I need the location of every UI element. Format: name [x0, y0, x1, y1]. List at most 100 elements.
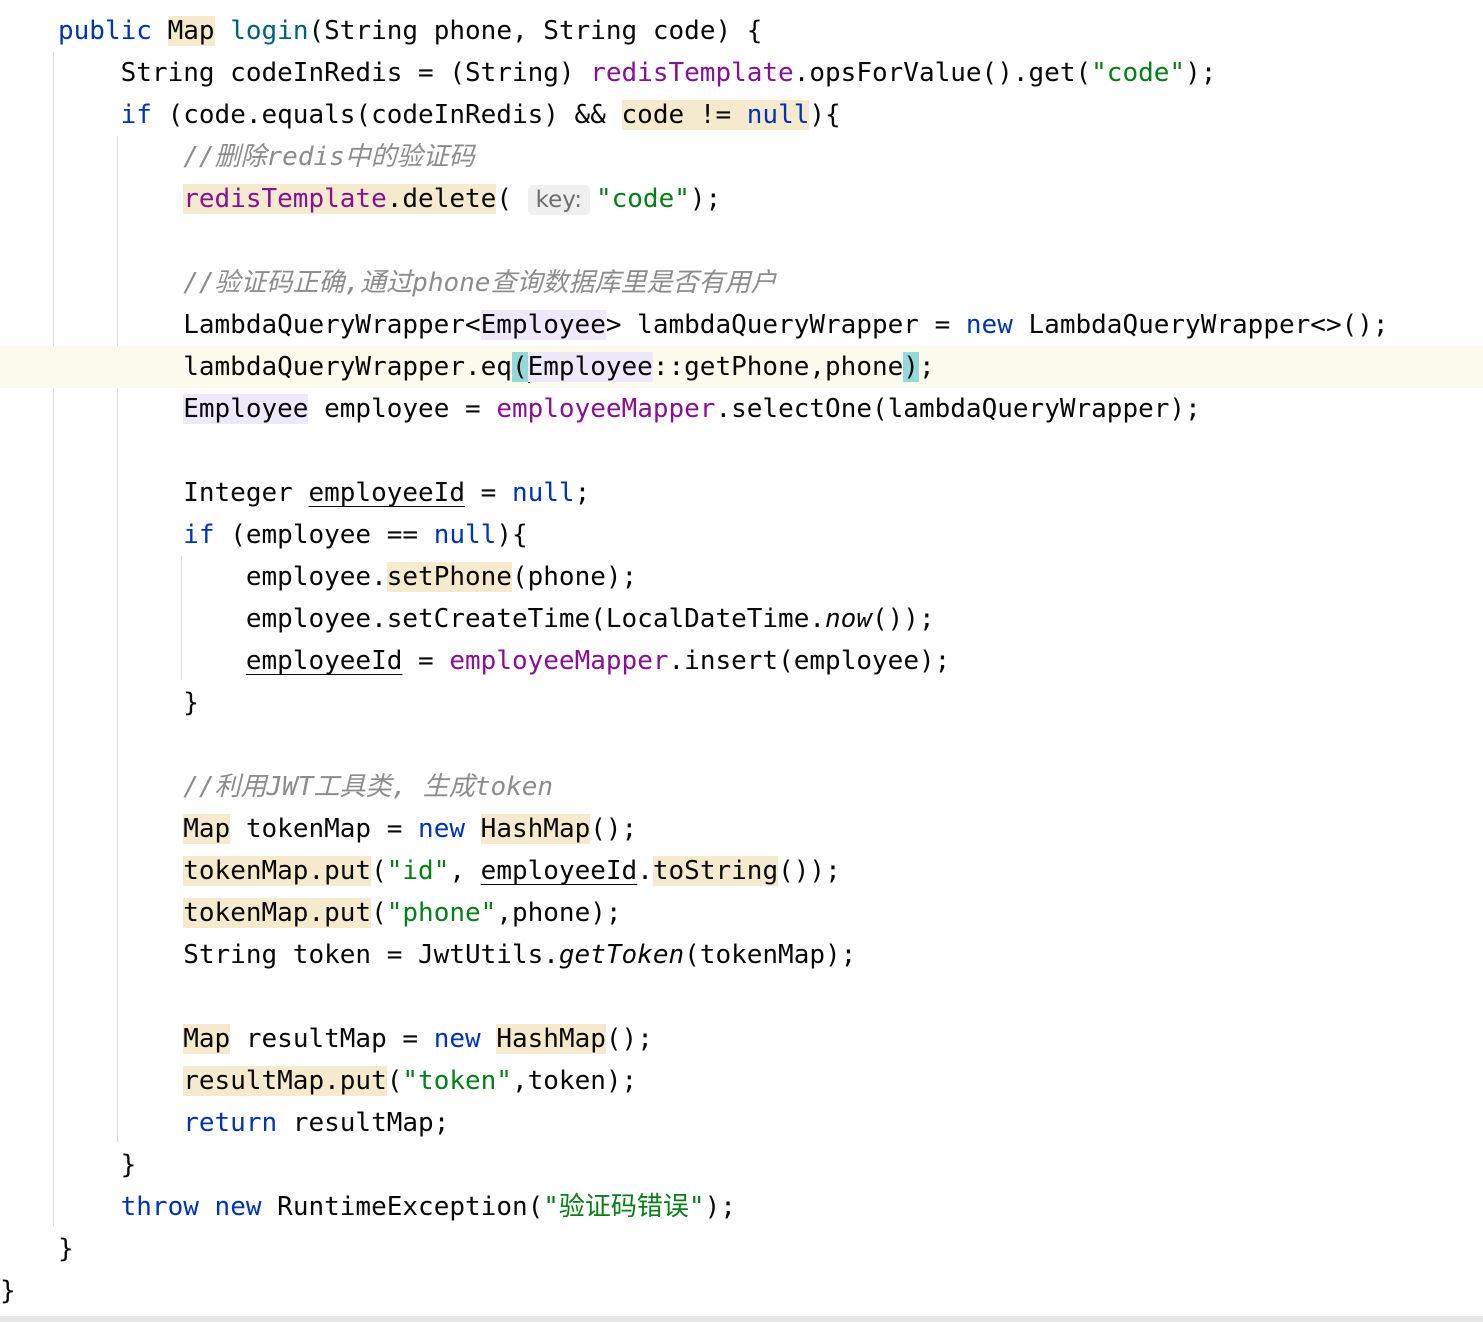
- code-token: "phone": [386, 898, 497, 928]
- code-line[interactable]: //删除redis中的验证码: [0, 136, 1483, 178]
- code-token: Employee: [480, 310, 606, 340]
- code-token: null: [433, 520, 497, 550]
- code-token: if: [58, 520, 215, 550]
- code-token: //验证码正确,通过phone查询数据库里是否有用户: [58, 268, 777, 298]
- code-token: new: [965, 310, 1013, 340]
- code-line[interactable]: employee.setPhone(phone);: [0, 556, 1483, 598]
- code-token: );: [1185, 58, 1217, 88]
- code-line[interactable]: Integer employeeId = null;: [0, 472, 1483, 514]
- code-token: ();: [605, 1024, 653, 1054]
- code-line[interactable]: Map tokenMap = new HashMap();: [0, 808, 1483, 850]
- code-line[interactable]: employeeId = employeeMapper.insert(emplo…: [0, 640, 1483, 682]
- code-line[interactable]: String codeInRedis = (String) redisTempl…: [0, 52, 1483, 94]
- code-token: .insert(employee);: [668, 646, 951, 676]
- code-line[interactable]: [0, 430, 1483, 472]
- code-token: ());: [778, 856, 841, 886]
- code-token: code !=: [621, 100, 747, 130]
- code-token: new: [433, 1024, 481, 1054]
- code-token: "code": [1091, 58, 1186, 88]
- code-token: now: [825, 604, 872, 634]
- code-token: null: [746, 100, 810, 130]
- code-token: ;: [574, 478, 591, 508]
- code-token: .: [637, 856, 653, 886]
- code-token: ,token);: [511, 1066, 638, 1096]
- code-token: Employee: [527, 352, 653, 382]
- code-token: new: [214, 1192, 262, 1222]
- code-line[interactable]: //验证码正确,通过phone查询数据库里是否有用户: [0, 262, 1483, 304]
- code-token: );: [704, 1192, 736, 1222]
- code-token: toString: [652, 856, 779, 886]
- code-token: "id": [386, 856, 450, 886]
- code-line[interactable]: Map resultMap = new HashMap();: [0, 1018, 1483, 1060]
- code-token: RuntimeException(: [261, 1192, 544, 1222]
- code-line[interactable]: resultMap.put("token",token);: [0, 1060, 1483, 1102]
- code-line[interactable]: redisTemplate.delete( key: "code");: [0, 178, 1483, 220]
- code-line[interactable]: if (code.equals(codeInRedis) && code != …: [0, 94, 1483, 136]
- code-line[interactable]: [0, 220, 1483, 262]
- code-token: employeeId: [480, 856, 638, 886]
- code-token: =: [465, 478, 512, 508]
- code-token: ;: [918, 352, 935, 382]
- code-token: //利用JWT工具类, 生成token: [58, 772, 554, 802]
- code-line[interactable]: return resultMap;: [0, 1102, 1483, 1144]
- code-token: resultMap;: [277, 1108, 450, 1138]
- code-token: (: [371, 898, 387, 928]
- code-token: .delete: [386, 184, 497, 214]
- code-line[interactable]: }: [0, 1228, 1483, 1270]
- code-token: );: [689, 184, 722, 214]
- code-token: if: [58, 100, 152, 130]
- code-line[interactable]: lambdaQueryWrapper.eq(Employee::getPhone…: [0, 346, 1483, 388]
- code-line[interactable]: tokenMap.put("phone",phone);: [0, 892, 1483, 934]
- code-line[interactable]: [0, 724, 1483, 766]
- code-token: tokenMap.put: [183, 856, 372, 886]
- code-token: Employee: [183, 394, 309, 424]
- code-token: employeeMapper: [496, 394, 716, 424]
- code-editor[interactable]: public Map login(String phone, String co…: [0, 0, 1483, 1316]
- code-token: null: [511, 478, 575, 508]
- code-token: employee.: [58, 562, 387, 592]
- code-line[interactable]: }: [0, 1270, 1483, 1312]
- code-token: .opsForValue().get(: [793, 58, 1092, 88]
- code-line[interactable]: public Map login(String phone, String co…: [0, 10, 1483, 52]
- code-line[interactable]: Employee employee = employeeMapper.selec…: [0, 388, 1483, 430]
- code-token: //删除redis中的验证码: [58, 142, 475, 172]
- code-token: ,: [449, 856, 481, 886]
- code-token: "code": [595, 184, 690, 214]
- code-token: Integer: [58, 478, 309, 508]
- code-line[interactable]: LambdaQueryWrapper<Employee> lambdaQuery…: [0, 304, 1483, 346]
- code-token: (employee ==: [214, 520, 434, 550]
- code-token: new: [418, 814, 466, 844]
- code-line[interactable]: String token = JwtUtils.getToken(tokenMa…: [0, 934, 1483, 976]
- code-token: Map: [183, 814, 231, 844]
- code-line[interactable]: }: [0, 682, 1483, 724]
- code-line[interactable]: }: [0, 1144, 1483, 1186]
- code-line[interactable]: throw new RuntimeException("验证码错误");: [0, 1186, 1483, 1228]
- code-token: =: [402, 646, 450, 676]
- code-token: }: [58, 1234, 74, 1264]
- code-token: resultMap.put: [183, 1066, 387, 1096]
- code-line[interactable]: tokenMap.put("id", employeeId.toString()…: [0, 850, 1483, 892]
- code-line[interactable]: if (employee == null){: [0, 514, 1483, 556]
- code-token: ();: [590, 814, 638, 844]
- code-line[interactable]: [0, 976, 1483, 1018]
- code-token: }: [58, 688, 199, 718]
- code-line[interactable]: //利用JWT工具类, 生成token: [0, 766, 1483, 808]
- horizontal-scrollbar[interactable]: [0, 1316, 1483, 1322]
- code-token: (: [386, 1066, 403, 1096]
- code-token: tokenMap =: [230, 814, 419, 844]
- code-token: ,phone);: [496, 898, 622, 928]
- code-token: login: [230, 16, 309, 46]
- code-token: String token = JwtUtils.: [58, 940, 559, 970]
- code-token: (tokenMap);: [684, 940, 857, 970]
- code-line[interactable]: employee.setCreateTime(LocalDateTime.now…: [0, 598, 1483, 640]
- code-token: LambdaQueryWrapper<: [58, 310, 481, 340]
- code-token: resultMap =: [230, 1024, 434, 1054]
